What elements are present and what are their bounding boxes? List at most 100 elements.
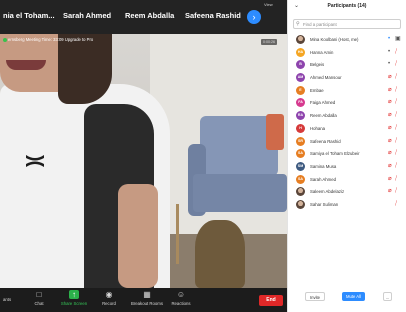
meeting-area: nia el Toham... Sarah Ahmed Reem Abdalla… xyxy=(0,0,287,312)
person-hair xyxy=(58,34,112,104)
video-tile-name[interactable]: nia el Toham... xyxy=(3,11,55,20)
video-off-icon[interactable]: ⧸ xyxy=(395,200,397,208)
participant-name: Sarah Ahmed xyxy=(310,176,337,182)
view-button[interactable]: View xyxy=(264,2,273,7)
share-screen-label: Share Screen xyxy=(60,301,88,306)
participant-row[interactable]: Saleem Abdelaziz ⌀ ⧸ xyxy=(288,185,406,198)
record-button[interactable]: ◉ Record xyxy=(94,290,124,306)
participant-name: Saleem Abdelaziz xyxy=(310,189,345,195)
video-tile-name[interactable]: Reem Abdalla xyxy=(125,11,174,20)
mic-muted-icon[interactable]: ⌀ xyxy=(388,111,392,119)
video-off-icon[interactable]: ⧸ xyxy=(395,149,397,157)
participant-row[interactable]: RA Reem Abdalla ⌀ ⧸ xyxy=(288,109,406,122)
participant-search-input[interactable] xyxy=(303,21,398,28)
video-off-icon[interactable]: ⧸ xyxy=(395,98,397,106)
participant-name: Embae xyxy=(310,87,324,93)
person-mouth xyxy=(6,60,46,70)
mic-muted-icon[interactable]: ⌀ xyxy=(388,124,392,132)
video-tile-name[interactable]: Sarah Ahmed xyxy=(63,11,111,20)
mic-icon[interactable]: • xyxy=(388,35,390,43)
avatar xyxy=(296,199,305,209)
sofa-seat xyxy=(193,174,287,212)
participant-name: Faiga Ahmed xyxy=(310,100,336,106)
share-screen-icon: ↑ xyxy=(69,290,79,299)
end-meeting-button[interactable]: End xyxy=(259,295,283,306)
avatar: E xyxy=(296,85,305,95)
participant-row[interactable]: AM Ahmed Mansour ⌀ ⧸ xyxy=(288,71,406,84)
participants-button[interactable]: ants xyxy=(3,297,11,302)
participant-name: Hohana xyxy=(310,125,326,131)
avatar: SR xyxy=(296,136,305,146)
avatar: SA xyxy=(296,174,305,184)
participant-row[interactable]: SA Samiya el Toham Elzubeir ⌀ ⧸ xyxy=(288,147,406,160)
active-speaker-video xyxy=(0,34,287,288)
avatar: AM xyxy=(296,73,305,83)
panel-title: Participants (14) xyxy=(327,3,367,9)
participant-row[interactable]: Sahar Suliman ⧸ xyxy=(288,198,406,211)
panel-footer: Invite Mute All ... xyxy=(288,291,406,305)
avatar xyxy=(296,35,305,44)
video-off-icon[interactable]: ⧸ xyxy=(395,175,397,183)
avatar: H xyxy=(296,123,305,133)
panel-header: ⌄ Participants (14) xyxy=(288,0,406,14)
video-off-icon[interactable]: ⧸ xyxy=(395,111,397,119)
mic-muted-icon[interactable]: ⌀ xyxy=(388,137,392,145)
avatar: SM xyxy=(296,161,305,171)
recording-dot-icon xyxy=(3,37,7,42)
participant-name: Samiya el Toham Elzubeir xyxy=(310,151,360,157)
participant-name: Safeena Rashid xyxy=(310,138,341,144)
video-off-icon[interactable]: ⧸ xyxy=(395,60,397,68)
breakout-rooms-icon: ▦ xyxy=(143,290,151,299)
mic-muted-icon[interactable]: ⌀ xyxy=(388,187,392,195)
participant-row[interactable]: SR Safeena Rashid ⌀ ⧸ xyxy=(288,135,406,148)
participant-row[interactable]: Mina Koolbani (Host, me) • ▣ xyxy=(288,33,406,46)
participant-name: Sahar Suliman xyxy=(310,201,339,207)
avatar: HA xyxy=(296,47,305,57)
participant-row[interactable]: E Embae ⌀ ⧸ xyxy=(288,84,406,97)
video-off-icon[interactable]: ⧸ xyxy=(395,86,397,94)
breakout-rooms-button[interactable]: ▦ Breakout Rooms xyxy=(129,290,165,306)
record-icon: ◉ xyxy=(105,290,113,299)
mic-icon[interactable]: • xyxy=(388,48,390,56)
video-icon[interactable]: ▣ xyxy=(395,35,401,43)
mic-muted-icon[interactable]: ⌀ xyxy=(388,86,392,94)
mic-muted-icon[interactable]: ⌀ xyxy=(388,162,392,170)
participant-name: Hanna Amin xyxy=(310,49,334,55)
mic-muted-icon[interactable]: ⌀ xyxy=(388,73,392,81)
participant-name: Ahmed Mansour xyxy=(310,75,342,81)
chat-icon: □ xyxy=(36,290,42,299)
mic-muted-icon[interactable]: ⌀ xyxy=(388,175,392,183)
participant-row[interactable]: B Belgeis • ⧸ xyxy=(288,58,406,71)
reactions-button[interactable]: ☺ Reactions xyxy=(166,290,196,306)
video-off-icon[interactable]: ⧸ xyxy=(395,124,397,132)
avatar xyxy=(296,187,305,197)
participant-row[interactable]: FA Faiga Ahmed ⌀ ⧸ xyxy=(288,96,406,109)
video-off-icon[interactable]: ⧸ xyxy=(395,137,397,145)
avatar: B xyxy=(296,60,305,70)
mic-muted-icon[interactable]: ⌀ xyxy=(388,149,392,157)
avatar: SA xyxy=(296,149,305,159)
share-screen-button[interactable]: ↑ Share Screen xyxy=(59,290,89,306)
next-page-arrow-icon[interactable]: › xyxy=(247,10,261,24)
participant-row[interactable]: SM Samina Musa ⌀ ⧸ xyxy=(288,160,406,173)
participant-row[interactable]: H Hohana ⌀ ⧸ xyxy=(288,122,406,135)
mic-icon[interactable]: • xyxy=(388,60,390,68)
meeting-timer-text: ernsberg Meeting Time: 33:09 Upgrade to … xyxy=(8,37,94,42)
mic-muted-icon[interactable]: ⌀ xyxy=(388,98,392,106)
more-options-button[interactable]: ... xyxy=(383,292,392,301)
participant-name: Belgeis xyxy=(310,62,325,68)
video-off-icon[interactable]: ⧸ xyxy=(395,162,397,170)
mute-all-button[interactable]: Mute All xyxy=(342,292,365,301)
chat-button[interactable]: □ Chat xyxy=(24,290,54,306)
participant-search-box[interactable]: ⚲ xyxy=(293,19,401,29)
video-off-icon[interactable]: ⧸ xyxy=(395,73,397,81)
video-tile-name[interactable]: Safeena Rashid xyxy=(185,11,241,20)
reactions-label: Reactions xyxy=(171,301,191,306)
participant-row[interactable]: SA Sarah Ahmed ⌀ ⧸ xyxy=(288,173,406,186)
invite-button[interactable]: Invite xyxy=(305,292,325,301)
participant-row[interactable]: HA Hanna Amin • ⧸ xyxy=(288,46,406,59)
video-off-icon[interactable]: ⧸ xyxy=(395,187,397,195)
video-off-icon[interactable]: ⧸ xyxy=(395,48,397,56)
chat-label: Chat xyxy=(34,301,44,306)
elapsed-time-chip: 0:00:26 xyxy=(261,39,277,45)
